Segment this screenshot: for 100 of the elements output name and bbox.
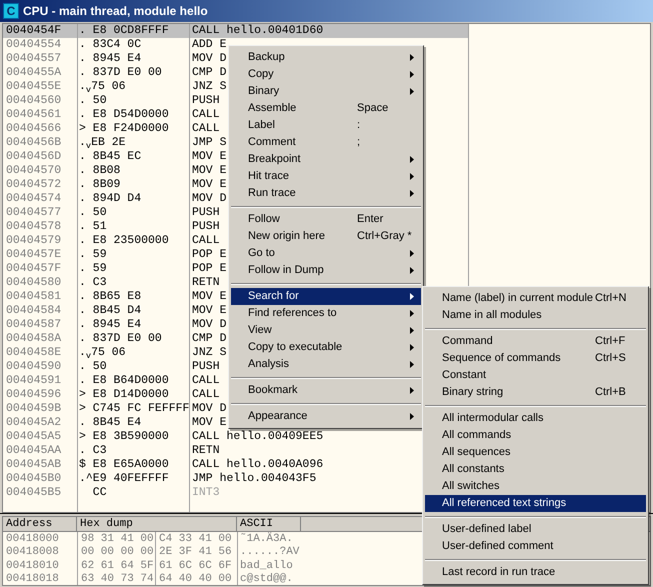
command-cell-text: CMP D: [191, 65, 227, 81]
hex-cell-text: . 8B45 E4: [78, 415, 142, 431]
ascii-cell-text: bad_allo: [239, 558, 293, 573]
menu-item[interactable]: All commands: [425, 427, 646, 444]
address-cell-text: 00418000: [5, 532, 60, 546]
app-icon: C: [3, 3, 19, 19]
address-cell-text: 00418008: [5, 545, 60, 560]
column-header[interactable]: Hex dump: [77, 517, 237, 531]
command-cell-text: JMP S: [191, 135, 227, 151]
menu-item[interactable]: User-defined comment: [425, 538, 646, 555]
menu-item[interactable]: All intermodular calls: [425, 410, 646, 427]
menu-item[interactable]: Breakpoint: [231, 151, 421, 168]
menu-item[interactable]: Copy: [231, 66, 421, 83]
command-cell-text: PUSH: [191, 93, 220, 109]
command-cell-text: MOV E: [191, 289, 227, 305]
menu-item[interactable]: Hit trace: [231, 168, 421, 185]
command-cell-text: CMP D: [191, 331, 227, 347]
command-cell-text: JNZ S: [191, 345, 227, 361]
hex-cell-text: 63 40 73 74: [80, 572, 155, 585]
command-cell-text: CALL hello.0040A096: [191, 457, 324, 472]
menu-item[interactable]: Find references to: [231, 305, 421, 322]
command-cell-text: POP E: [191, 261, 227, 277]
menu-item[interactable]: Analysis: [231, 356, 421, 373]
command-cell-text: CALL: [191, 233, 220, 249]
shortcut-label: Ctrl+N: [595, 291, 626, 306]
command-cell-text: MOV E: [191, 303, 227, 319]
menu-item[interactable]: All sequences: [425, 444, 646, 461]
menu-item[interactable]: New origin here Ctrl+Gray *: [231, 228, 421, 245]
menu-item[interactable]: Name in all modules: [425, 307, 646, 324]
menu-item[interactable]: All switches: [425, 478, 646, 495]
command-cell-text: CALL: [191, 373, 220, 389]
hex-cell-text: . C3: [78, 443, 108, 458]
command-cell-text: ADD E: [191, 37, 227, 53]
menu-item[interactable]: View: [231, 322, 421, 339]
hex-cell-text: . 8945 E4: [78, 51, 142, 67]
menu-item[interactable]: All referenced text strings: [425, 495, 646, 512]
hex-cell-text: . 837D E0 00: [78, 65, 163, 81]
command-cell-text: MOV D: [191, 401, 227, 417]
menu-item[interactable]: Name (label) in current module Ctrl+N: [425, 290, 646, 307]
hex-cell-text: . 8945 E4: [78, 317, 142, 333]
menu-item[interactable]: Last record in run trace: [425, 564, 646, 581]
hex-cell-text: 98 31 41 00: [80, 532, 155, 546]
shortcut-label: Ctrl+Gray *: [357, 229, 412, 244]
hex-cell-text: $ E8 E65A0000: [78, 457, 170, 473]
menu-item[interactable]: Binary string Ctrl+B: [425, 384, 646, 401]
hex-cell-text: . 59: [78, 247, 108, 263]
menu-item[interactable]: Backup: [231, 49, 421, 66]
menu-item[interactable]: User-defined label: [425, 521, 646, 538]
column-header[interactable]: Address: [3, 517, 77, 531]
menu-item[interactable]: All constants: [425, 461, 646, 478]
menu-item[interactable]: Follow in Dump: [231, 262, 421, 279]
menu-item[interactable]: Sequence of commands Ctrl+S: [425, 350, 646, 367]
address-cell-text: 00418010: [5, 558, 60, 574]
command-cell-text: CALL hello.00401D60: [191, 24, 324, 39]
hex-cell-text: . 59: [78, 261, 108, 277]
hex-cell-text: > E8 F24D0000: [78, 121, 170, 137]
column-header[interactable]: ASCII: [237, 517, 301, 531]
command-cell-text: JMP hello.004043F5: [191, 471, 316, 487]
menu-item[interactable]: Binary: [231, 83, 421, 100]
menu-item[interactable]: Copy to executable: [231, 339, 421, 356]
hex-cell-text: 00 00 00 00: [80, 545, 155, 560]
menu-item[interactable]: Label :: [231, 117, 421, 134]
hex-cell-text: 64 40 40 00: [158, 572, 233, 585]
ascii-cell-text: ......?AV: [239, 545, 300, 560]
shortcut-label: Ctrl+F: [595, 334, 626, 350]
menu-item[interactable]: Bookmark: [231, 382, 421, 399]
hex-cell-text: . 8B65 E8: [78, 289, 142, 305]
hex-cell-text: . E8 0CD8FFFF: [78, 24, 170, 39]
hex-cell-text: . C3: [78, 275, 108, 291]
hex-cell-text: > C745 FC FEFFFF: [78, 401, 189, 417]
menu-item[interactable]: Command Ctrl+F: [425, 333, 646, 350]
ascii-cell-text: c@std@@.: [239, 572, 293, 585]
command-cell-text: PUSH: [191, 219, 220, 235]
hex-cell-text: . 50: [78, 93, 108, 109]
menu-item[interactable]: Appearance: [231, 408, 421, 425]
menu-item[interactable]: Go to: [231, 245, 421, 262]
command-cell-text: MOV E: [191, 163, 227, 179]
hex-cell-text: . E8 23500000: [78, 233, 170, 249]
menu-item[interactable]: Search for: [231, 288, 421, 305]
menu-item[interactable]: Follow Enter: [231, 211, 421, 228]
hex-cell-text: .^E9 40FEFFFF: [78, 471, 170, 487]
shortcut-label: :: [357, 118, 360, 134]
shortcut-label: Ctrl+B: [595, 385, 626, 400]
hex-cell-text: . 50: [78, 205, 108, 221]
menu-item[interactable]: Assemble Space: [231, 100, 421, 117]
command-cell-text: CALL: [191, 121, 220, 137]
hex-cell-text: . 8B45 EC: [78, 149, 142, 165]
command-cell-text: RETN: [191, 443, 220, 459]
menu-item[interactable]: Run trace: [231, 185, 421, 202]
hex-cell-text: . 8B09: [78, 177, 122, 193]
address-cell-text: 00418018: [5, 572, 60, 585]
command-cell-text: MOV D: [191, 191, 227, 207]
hex-cell-text: .$_{v}$EB 2E: [78, 135, 127, 151]
hex-cell-text: . E8 B64D0000: [78, 373, 170, 389]
command-cell-text: CALL: [191, 387, 220, 403]
command-cell-text: POP E: [191, 247, 227, 263]
menu-item[interactable]: Comment ;: [231, 134, 421, 151]
menu-item[interactable]: Constant: [425, 367, 646, 384]
hex-cell-text: . E8 D54D0000: [78, 107, 170, 123]
shortcut-label: ;: [357, 135, 360, 150]
